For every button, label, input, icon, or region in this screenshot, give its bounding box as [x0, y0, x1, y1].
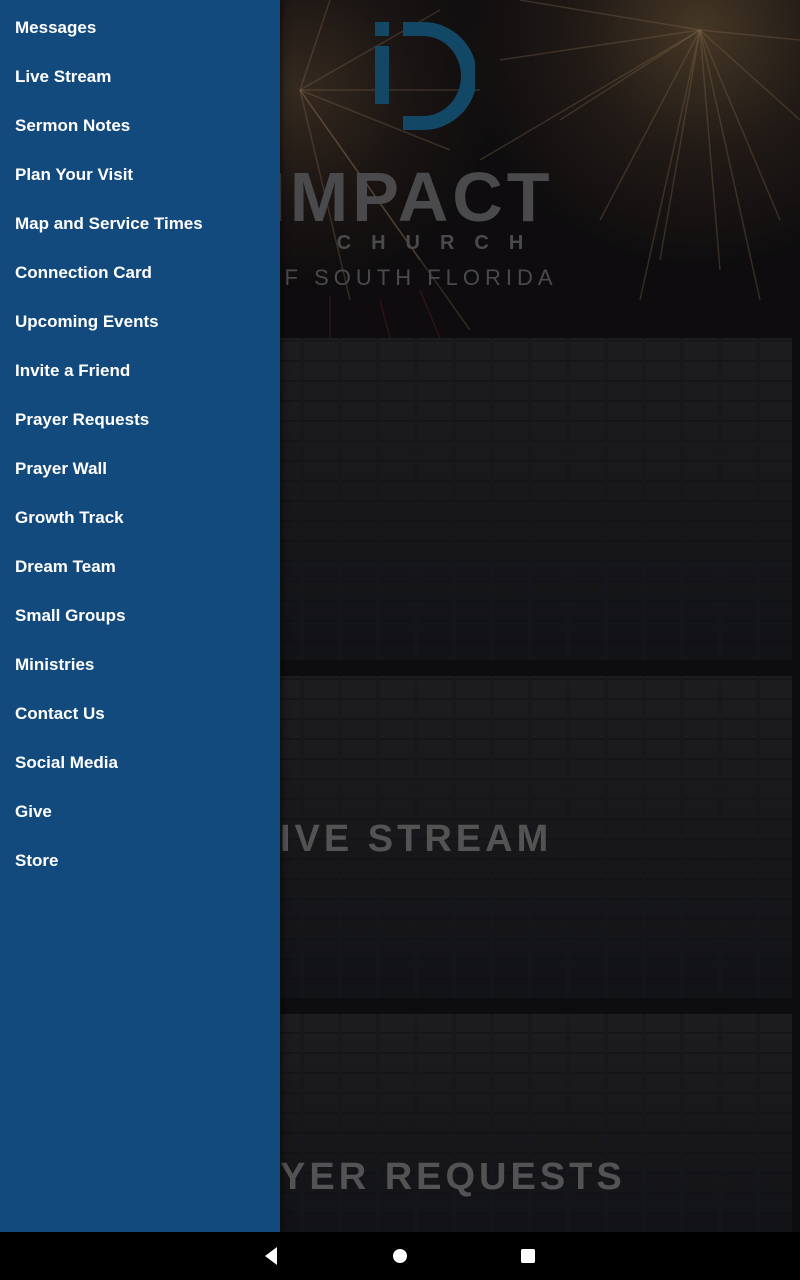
drawer-item-messages[interactable]: Messages: [0, 0, 280, 48]
drawer-item-plan-your-visit[interactable]: Plan Your Visit: [0, 146, 280, 195]
drawer-item-store[interactable]: Store: [0, 832, 280, 881]
navigation-drawer: Messages Live Stream Sermon Notes Plan Y…: [0, 0, 280, 1232]
drawer-item-small-groups[interactable]: Small Groups: [0, 587, 280, 636]
home-button[interactable]: [388, 1244, 412, 1268]
home-circle-icon: [393, 1249, 407, 1263]
drawer-item-connection-card[interactable]: Connection Card: [0, 244, 280, 293]
drawer-item-give[interactable]: Give: [0, 783, 280, 832]
back-button[interactable]: [259, 1244, 283, 1268]
drawer-item-invite-a-friend[interactable]: Invite a Friend: [0, 342, 280, 391]
drawer-item-upcoming-events[interactable]: Upcoming Events: [0, 293, 280, 342]
drawer-item-prayer-wall[interactable]: Prayer Wall: [0, 440, 280, 489]
drawer-item-growth-track[interactable]: Growth Track: [0, 489, 280, 538]
drawer-item-prayer-requests[interactable]: Prayer Requests: [0, 391, 280, 440]
drawer-item-ministries[interactable]: Ministries: [0, 636, 280, 685]
system-navigation-bar: [0, 1232, 800, 1280]
drawer-menu-list: Messages Live Stream Sermon Notes Plan Y…: [0, 0, 280, 881]
drawer-item-map-and-service-times[interactable]: Map and Service Times: [0, 195, 280, 244]
drawer-item-contact-us[interactable]: Contact Us: [0, 685, 280, 734]
drawer-item-dream-team[interactable]: Dream Team: [0, 538, 280, 587]
drawer-item-live-stream[interactable]: Live Stream: [0, 48, 280, 97]
drawer-item-sermon-notes[interactable]: Sermon Notes: [0, 97, 280, 146]
recents-square-icon: [521, 1249, 535, 1263]
recents-button[interactable]: [516, 1244, 540, 1268]
back-triangle-icon: [265, 1247, 277, 1265]
drawer-item-social-media[interactable]: Social Media: [0, 734, 280, 783]
